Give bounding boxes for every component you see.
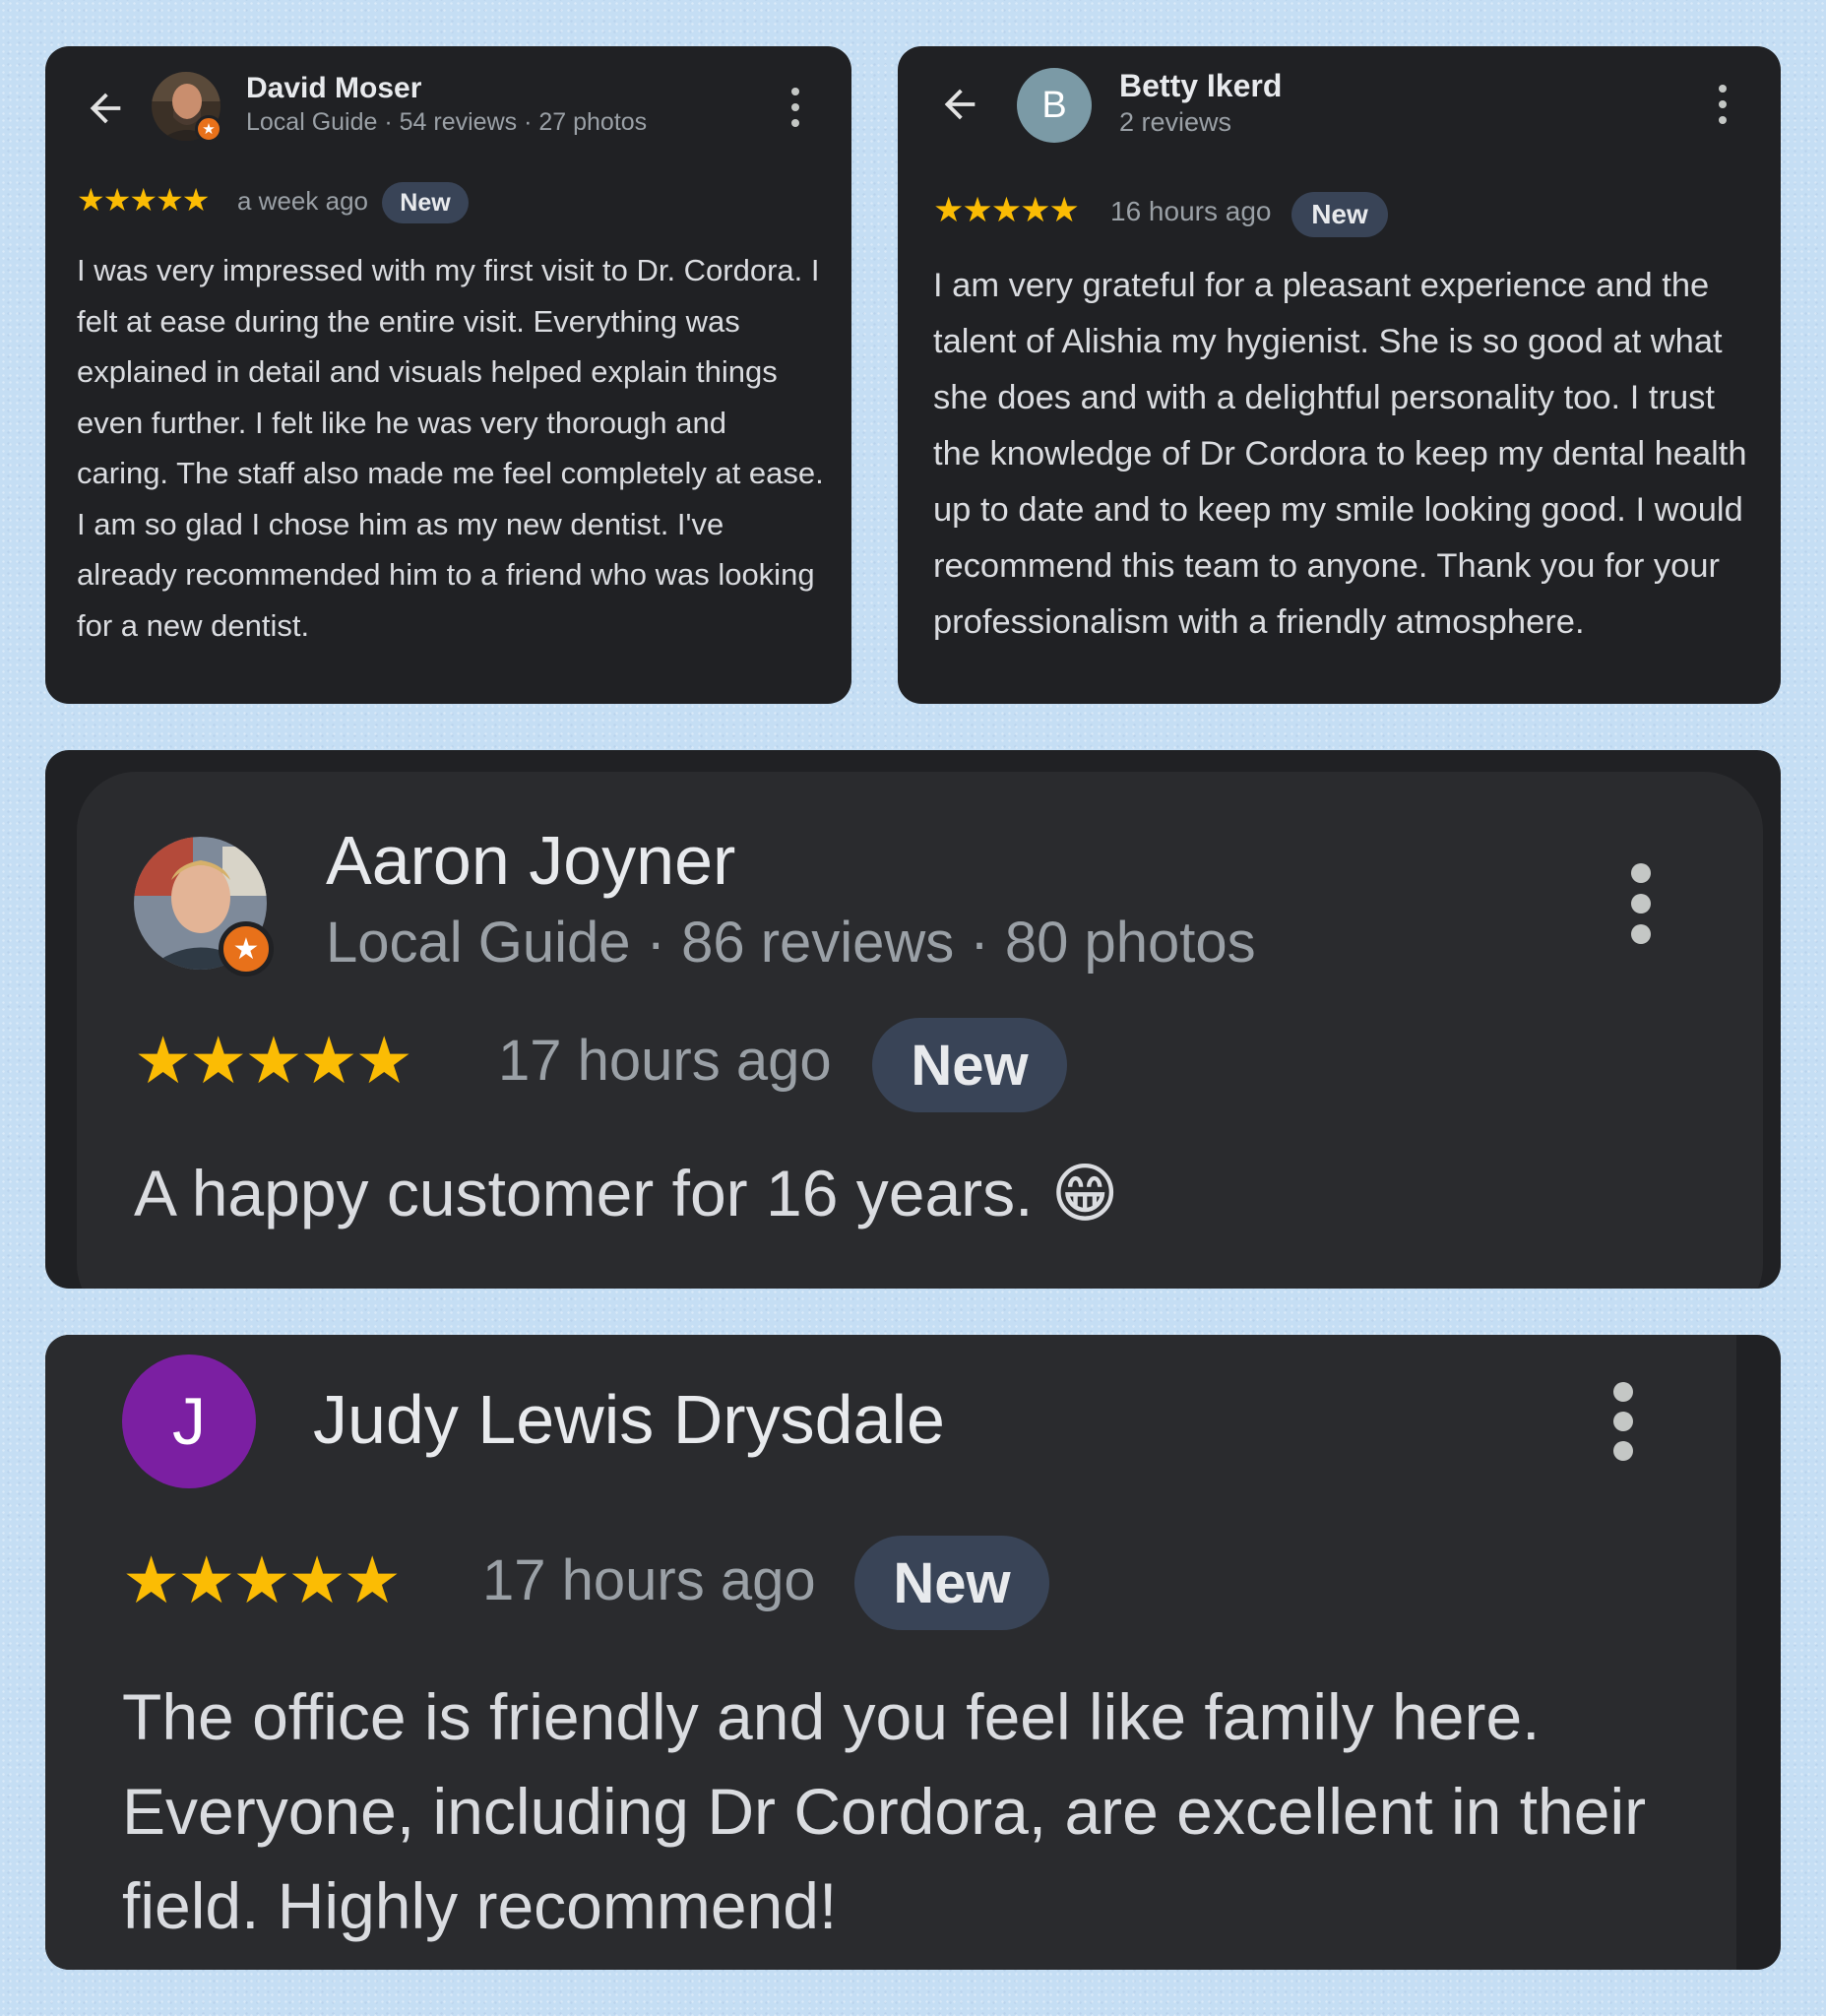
more-options-icon[interactable] <box>1610 1382 1636 1461</box>
more-options-icon[interactable] <box>786 88 805 127</box>
review-text: A happy customer for 16 years. 😁 <box>134 1157 1119 1229</box>
reviewer-name[interactable]: Betty Ikerd <box>1119 68 1282 104</box>
reviewer-name[interactable]: Judy Lewis Drysdale <box>313 1380 945 1459</box>
reviewer-meta: Local Guide · 54 reviews · 27 photos <box>246 108 648 136</box>
new-badge: New <box>872 1018 1067 1112</box>
review-time: a week ago <box>237 186 368 216</box>
reviewer-name[interactable]: Aaron Joyner <box>326 821 735 900</box>
star-rating: ★★★★★ <box>122 1544 402 1616</box>
reviewer-meta: Local Guide · 86 reviews · 80 photos <box>326 911 1256 975</box>
reviewer-name[interactable]: David Moser <box>246 72 421 105</box>
back-arrow-icon[interactable] <box>83 86 128 131</box>
star-rating: ★★★★★ <box>134 1024 413 1097</box>
reviewer-meta: 2 reviews <box>1119 107 1232 137</box>
new-badge: New <box>1291 192 1388 237</box>
avatar-letter[interactable]: B <box>1017 68 1092 143</box>
local-guide-badge-icon: ★ <box>195 115 222 143</box>
review-card-judy-lewis-drysdale: J Judy Lewis Drysdale ★★★★★ 17 hours ago… <box>45 1335 1781 1970</box>
more-options-icon[interactable] <box>1628 863 1654 944</box>
review-card-david-moser: ★ David Moser Local Guide · 54 reviews ·… <box>45 46 851 704</box>
review-text: I was very impressed with my first visit… <box>77 253 824 643</box>
review-text: The office is friendly and you feel like… <box>122 1680 1647 1942</box>
avatar-letter[interactable]: J <box>122 1354 256 1488</box>
more-options-icon[interactable] <box>1713 85 1732 124</box>
avatar[interactable]: ★ <box>134 837 274 976</box>
back-arrow-icon[interactable] <box>937 82 982 127</box>
review-time: 16 hours ago <box>1110 196 1272 226</box>
review-text: I am very grateful for a pleasant experi… <box>933 267 1747 641</box>
star-rating: ★★★★★ <box>933 191 1080 229</box>
local-guide-badge-icon: ★ <box>219 921 274 976</box>
review-time: 17 hours ago <box>482 1548 816 1612</box>
review-card-betty-ikerd: B Betty Ikerd 2 reviews ★★★★★ 16 hours a… <box>898 46 1781 704</box>
review-card-aaron-joyner: ★ Aaron Joyner Local Guide · 86 reviews … <box>45 750 1781 1289</box>
star-rating: ★★★★★ <box>77 182 210 218</box>
avatar[interactable]: ★ <box>152 72 222 143</box>
new-badge: New <box>382 182 469 223</box>
new-badge: New <box>854 1536 1049 1630</box>
review-time: 17 hours ago <box>498 1029 832 1093</box>
